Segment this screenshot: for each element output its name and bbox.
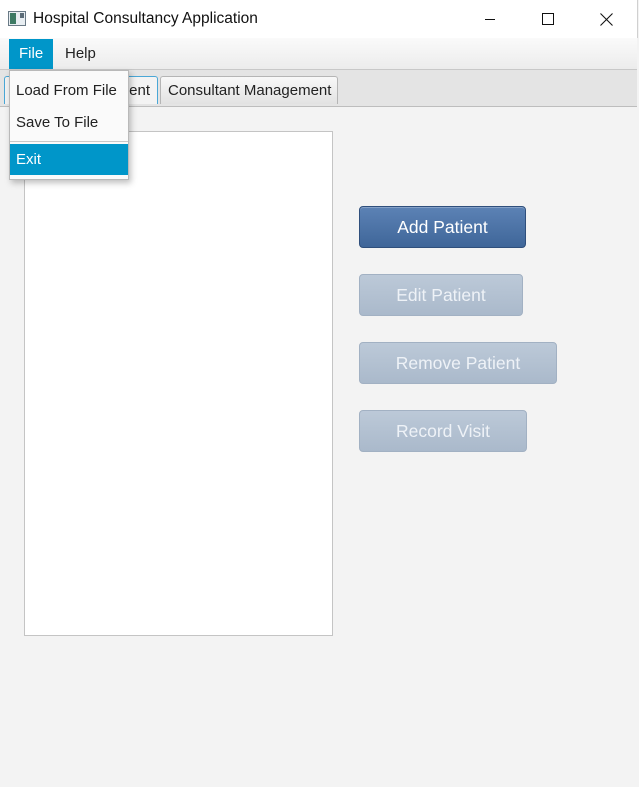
maximize-icon: [542, 13, 554, 25]
menu-item-load-from-file[interactable]: Load From File: [10, 76, 128, 106]
menu-separator: [10, 141, 128, 142]
minimize-button[interactable]: [467, 0, 513, 38]
edit-patient-button[interactable]: Edit Patient: [359, 274, 523, 316]
menu-bar: File Help: [0, 38, 637, 70]
minimize-icon: [485, 19, 495, 20]
window-title: Hospital Consultancy Application: [33, 10, 258, 27]
record-visit-button[interactable]: Record Visit: [359, 410, 527, 452]
tab-patient-label: ent: [129, 82, 150, 99]
remove-patient-button[interactable]: Remove Patient: [359, 342, 557, 384]
window-title-bar: Hospital Consultancy Application: [0, 0, 638, 38]
file-menu-dropdown: Load From File Save To File Exit: [9, 70, 129, 180]
menu-item-save-to-file[interactable]: Save To File: [10, 108, 128, 138]
add-patient-button[interactable]: Add Patient: [359, 206, 526, 248]
maximize-button[interactable]: [525, 0, 571, 38]
tab-consultant-label: Consultant Management: [168, 82, 332, 99]
menu-file[interactable]: File: [9, 39, 54, 69]
close-button[interactable]: [583, 0, 629, 38]
menu-item-exit[interactable]: Exit: [10, 144, 128, 175]
close-icon: [599, 12, 613, 26]
app-icon: [8, 11, 26, 26]
menu-help[interactable]: Help: [55, 39, 106, 69]
tab-consultant-management[interactable]: Consultant Management: [160, 76, 338, 104]
patient-list[interactable]: [24, 131, 333, 636]
